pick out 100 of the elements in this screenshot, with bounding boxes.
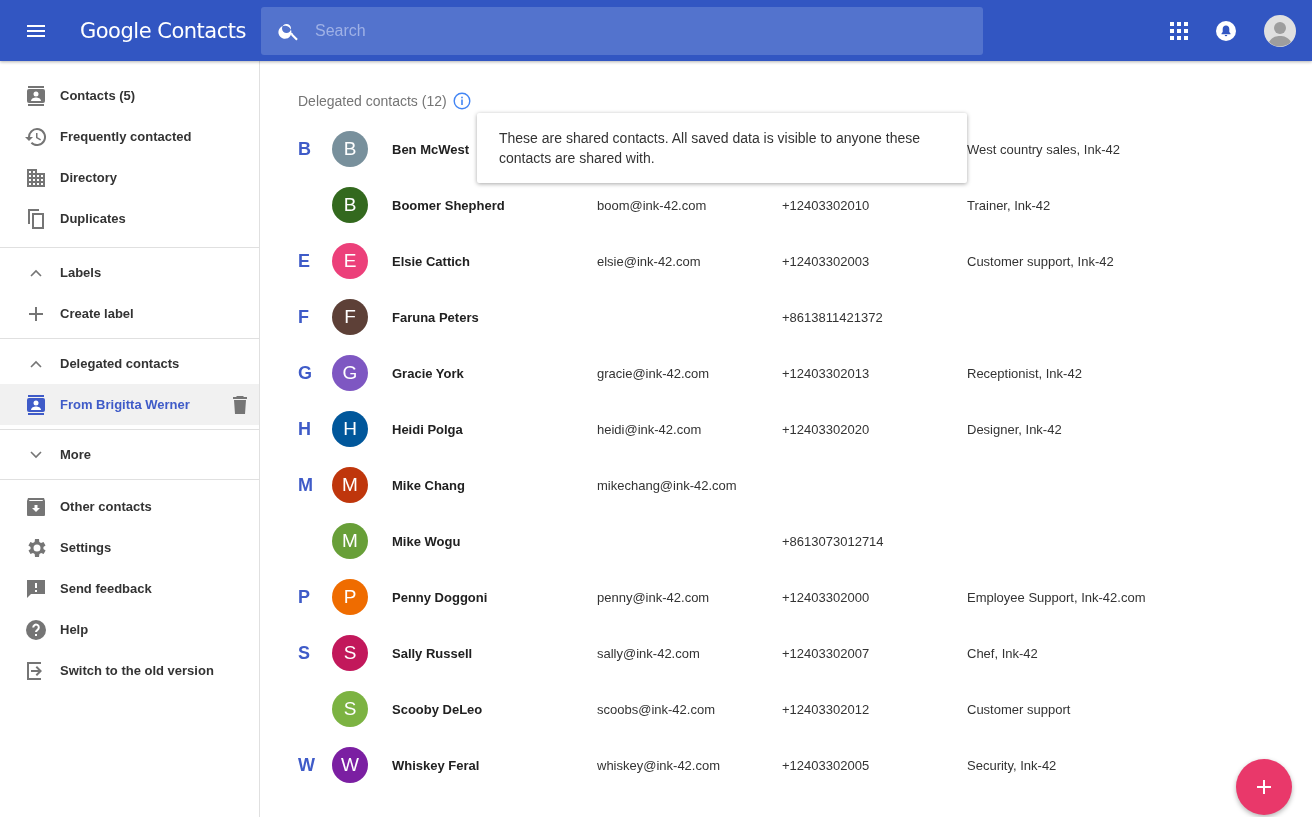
contact-name[interactable]: Elsie Cattich: [392, 253, 597, 269]
sidebar-item[interactable]: Send feedback: [0, 568, 259, 609]
search-field[interactable]: Search: [261, 6, 983, 55]
contact-name[interactable]: Penny Doggoni: [392, 589, 597, 605]
contact-email: sally@ink-42.com: [597, 645, 701, 661]
contact-name[interactable]: Heidi Polga: [392, 421, 597, 437]
contact-name[interactable]: Boomer Shepherd: [392, 197, 597, 213]
contact-title: Security, Ink-42: [967, 757, 1057, 773]
sidebar-item[interactable]: From Brigitta Werner: [0, 384, 259, 425]
section-letter: E: [298, 250, 311, 272]
item-label: Duplicates: [60, 211, 126, 226]
chevron-up-icon: [30, 268, 42, 277]
info-icon[interactable]: [452, 92, 471, 110]
section-letter: H: [298, 418, 312, 440]
contact-phone: +12403302020: [782, 421, 871, 437]
contact-phone: +12403302005: [782, 757, 871, 773]
contact-title: Trainer, Ink-42: [967, 197, 1051, 213]
list-heading: Delegated contacts (12): [298, 93, 447, 109]
section-toggle[interactable]: Labels: [0, 248, 259, 293]
section-label: Labels: [60, 265, 102, 280]
sidebar-item[interactable]: Duplicates: [0, 198, 259, 239]
contact-phone: +12403302000: [782, 589, 871, 605]
plus-icon: [1255, 778, 1273, 796]
contact-email: elsie@ink-42.com: [597, 253, 702, 269]
contact-avatar: E: [332, 243, 368, 279]
contact-phone: +12403302007: [782, 645, 871, 661]
contact-avatar: W: [332, 747, 368, 783]
item-label: Contacts (5): [60, 88, 136, 103]
contact-email: scoobs@ink-42.com: [597, 701, 716, 717]
help-icon: [24, 617, 48, 642]
contact-card-icon: [24, 83, 48, 108]
contact-email: whiskey@ink-42.com: [597, 757, 721, 773]
contact-email: penny@ink-42.com: [597, 589, 711, 605]
item-label: Help: [60, 622, 89, 637]
contact-title: Designer, Ink-42: [967, 421, 1062, 437]
contact-name[interactable]: Whiskey Feral: [392, 757, 597, 773]
contact-avatar: B: [332, 187, 368, 223]
sidebar-item[interactable]: Switch to the old version: [0, 650, 259, 691]
contact-phone: +8613073012714: [782, 533, 885, 549]
contact-title: West country sales, Ink-42: [967, 141, 1120, 157]
sidebar-item[interactable]: Frequently contacted: [0, 116, 259, 157]
contact-avatar: B: [332, 131, 368, 167]
section-letter: S: [298, 642, 311, 664]
contact-avatar: S: [332, 691, 368, 727]
contact-name[interactable]: Mike Chang: [392, 477, 597, 493]
item-label: Frequently contacted: [60, 129, 192, 144]
contact-avatar: G: [332, 355, 368, 391]
section-letter: W: [298, 754, 316, 776]
contact-name[interactable]: Sally Russell: [392, 645, 597, 661]
section-label: Delegated contacts: [60, 356, 180, 371]
item-label: Other contacts: [60, 499, 152, 514]
avatar-icon[interactable]: [1264, 14, 1296, 47]
contact-title: Customer support: [967, 701, 1071, 717]
contact-email: heidi@ink-42.com: [597, 421, 703, 437]
chevron-down-icon: [30, 450, 42, 459]
contact-email: mikechang@ink-42.com: [597, 477, 738, 493]
item-label: Create label: [60, 306, 134, 321]
contact-email: gracie@ink-42.com: [597, 365, 711, 381]
contact-name[interactable]: Gracie York: [392, 365, 597, 381]
item-label: Directory: [60, 170, 118, 185]
contact-title: Chef, Ink-42: [967, 645, 1038, 661]
contact-avatar: P: [332, 579, 368, 615]
contact-name[interactable]: Mike Wogu: [392, 533, 597, 549]
sidebar-item[interactable]: Create label: [0, 293, 259, 334]
sidebar-item[interactable]: Other contacts: [0, 486, 259, 527]
section-toggle[interactable]: Delegated contacts: [0, 339, 259, 384]
chevron-up-icon: [30, 359, 42, 368]
info-tooltip: These are shared contacts. All saved data is visible to anyone these contacts are shared with.: [477, 113, 967, 183]
contact-name[interactable]: Scooby DeLeo: [392, 701, 597, 717]
contact-phone: +8613811421372: [782, 309, 884, 325]
app-title: Google Contacts: [80, 18, 247, 43]
contact-avatar: M: [332, 467, 368, 503]
sidebar-item[interactable]: Settings: [0, 527, 259, 568]
contact-email: boom@ink-42.com: [597, 197, 708, 213]
sidebar-item[interactable]: Help: [0, 609, 259, 650]
contact-avatar: S: [332, 635, 368, 671]
sidebar-item[interactable]: Directory: [0, 157, 259, 198]
item-label: From Brigitta Werner: [60, 397, 190, 412]
contact-title: Receptionist, Ink-42: [967, 365, 1082, 381]
contact-title: Employee Support, Ink-42.com: [967, 589, 1146, 605]
section-label: More: [60, 447, 92, 462]
section-letter: F: [298, 306, 310, 328]
contact-avatar: F: [332, 299, 368, 335]
notification-bell-icon[interactable]: [1216, 20, 1236, 41]
add-contact-button[interactable]: [1236, 759, 1292, 815]
contact-avatar: H: [332, 411, 368, 447]
contact-title: Customer support, Ink-42: [967, 253, 1114, 269]
contact-name[interactable]: Faruna Peters: [392, 309, 597, 325]
contact-avatar: M: [332, 523, 368, 559]
sidebar-item[interactable]: Contacts (5): [0, 75, 259, 116]
section-toggle[interactable]: More: [0, 430, 259, 475]
section-letter: B: [298, 138, 312, 160]
apps-grid-icon[interactable]: [1170, 21, 1188, 40]
contact-phone: +12403302003: [782, 253, 871, 269]
section-letter: G: [298, 362, 313, 384]
item-label: Send feedback: [60, 581, 152, 596]
contact-phone: +12403302013: [782, 365, 871, 381]
trash-icon[interactable]: [233, 395, 247, 414]
item-label: Switch to the old version: [60, 663, 214, 678]
contact-card-icon: [24, 392, 48, 417]
